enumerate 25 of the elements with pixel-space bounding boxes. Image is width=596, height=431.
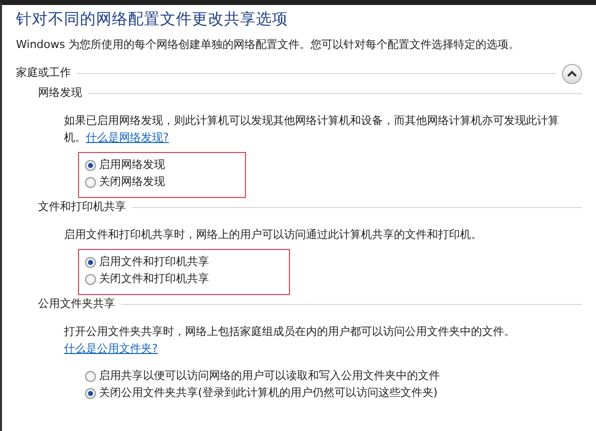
page-title: 针对不同的网络配置文件更改共享选项 — [16, 9, 289, 29]
option-label[interactable]: 关闭网络发现 — [99, 174, 165, 190]
option-label[interactable]: 启用网络发现 — [99, 156, 165, 174]
radio-button[interactable] — [85, 160, 96, 170]
option-label[interactable]: 关闭公用文件夹共享(登录到此计算机的用户仍然可以访问这些文件夹) — [99, 384, 438, 402]
chevron-up-icon — [567, 70, 577, 78]
profile-heading: 家庭或工作 — [16, 65, 71, 82]
section-heading: 公用文件夹共享 — [38, 296, 115, 312]
radio-button[interactable] — [85, 176, 96, 188]
collapse-button[interactable] — [562, 64, 582, 84]
option-label[interactable]: 关闭文件和打印机共享 — [99, 270, 209, 288]
option-label[interactable]: 启用文件和打印机共享 — [99, 254, 209, 270]
help-link[interactable]: 什么是网络发现? — [86, 130, 169, 144]
radio-button[interactable] — [85, 370, 96, 382]
option-label[interactable]: 启用共享以便可以访问网络的用户可以读取和写入公用文件夹中的文件 — [99, 368, 440, 384]
radio-button[interactable] — [85, 274, 96, 284]
intro-text: Windows 为您所使用的每个网络创建单独的网络配置文件。您可以针对每个配置文件选择特定的选项。 — [16, 37, 521, 53]
section-heading: 文件和打印机共享 — [38, 199, 126, 216]
section-heading: 网络发现 — [38, 85, 82, 102]
section-description: 启用文件和打印机共享时，网络上的用户可以访问通过此计算机共享的文件和打印机。 — [63, 226, 483, 242]
radio-button[interactable] — [85, 388, 96, 398]
section-description: 打开公用文件夹共享时，网络上包括家庭组成员在内的用户都可以访问公用文件夹中的文件。 什么是公用文件夹? — [63, 324, 516, 356]
help-link[interactable]: 什么是公用文件夹? — [64, 342, 158, 354]
radio-button[interactable] — [85, 256, 96, 268]
section-description: 如果已启用网络发现，则此计算机可以发现其他网络计算机和设备，而其他网络计算机亦可发现此计算机。什么是网络发现? — [63, 112, 560, 146]
